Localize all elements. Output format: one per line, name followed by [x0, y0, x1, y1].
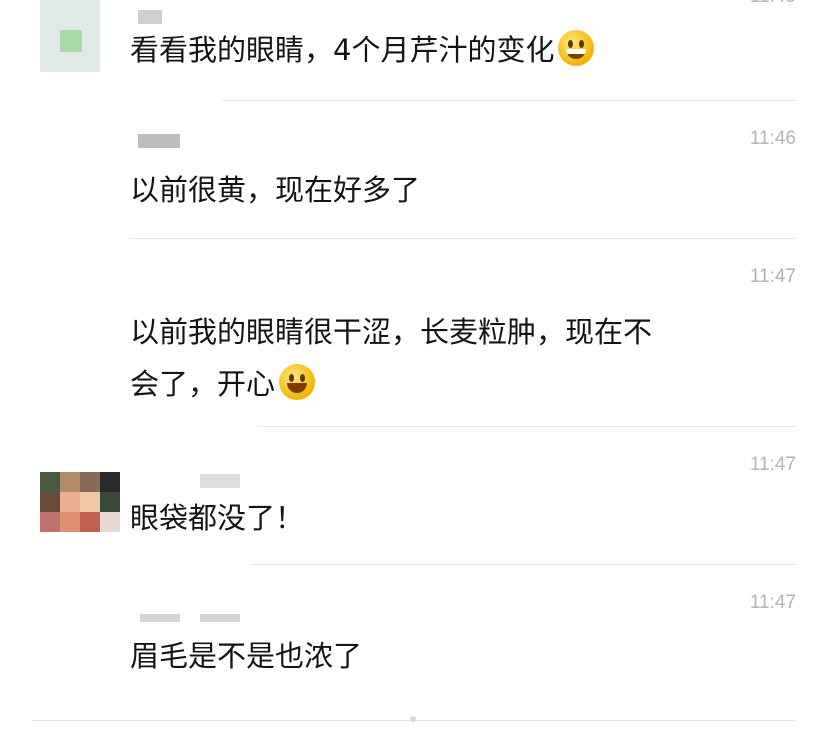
avatar-blur: [80, 492, 100, 512]
avatar-blur: [60, 30, 82, 52]
message-text-line: 会了，开心: [130, 358, 790, 410]
avatar[interactable]: [40, 0, 120, 72]
sender-name-blurred: [140, 614, 180, 622]
chat-message: 11:45 看看我的眼睛，4个月芹汁的变化: [0, 0, 828, 100]
message-timestamp: 11:46: [749, 128, 796, 149]
message-text: 以前我的眼睛很干涩，长麦粒肿，现在不 会了，开心: [130, 306, 790, 410]
message-text: 眼袋都没了！: [130, 501, 305, 535]
scroll-indicator-dot: [410, 716, 416, 722]
avatar-blur: [60, 512, 80, 532]
avatar-blur: [40, 472, 60, 492]
chat-message-list: 11:45 看看我的眼睛，4个月芹汁的变化 11:46 以前很黄，现在好多了 1…: [0, 0, 828, 736]
smiling-face-icon: [279, 364, 316, 400]
avatar-blur: [80, 512, 100, 532]
message-timestamp: 11:47: [749, 454, 796, 475]
sender-name-blurred: [138, 134, 180, 148]
sender-name-blurred: [138, 10, 162, 24]
chat-message: 11:46 以前很黄，现在好多了: [0, 100, 828, 238]
message-text: 眉毛是不是也浓了: [130, 639, 363, 673]
sender-name-blurred: [200, 474, 240, 488]
message-text-content: 会了，开心: [130, 367, 276, 401]
message-text: 看看我的眼睛，4个月芹汁的变化: [130, 26, 790, 74]
grinning-face-icon: [558, 30, 595, 66]
chat-message: 11:47 眉毛是不是也浓了: [0, 564, 828, 714]
avatar-blur: [80, 472, 100, 492]
message-text-line: 以前我的眼睛很干涩，长麦粒肿，现在不: [130, 315, 653, 349]
avatar-blur: [60, 492, 80, 512]
chat-message: 11:47 以前我的眼睛很干涩，长麦粒肿，现在不 会了，开心: [0, 238, 828, 426]
avatar-blur: [100, 472, 120, 492]
avatar-blur: [60, 472, 80, 492]
chat-message: 11:47 眼袋都没了！: [0, 426, 828, 564]
message-timestamp: 11:47: [749, 592, 796, 613]
sender-name-blurred: [200, 614, 240, 622]
message-timestamp: 11:45: [750, 0, 796, 8]
avatar-blur: [100, 512, 120, 532]
avatar-blur: [40, 512, 60, 532]
message-text: 以前很黄，现在好多了: [130, 173, 421, 207]
avatar-blur: [100, 492, 120, 512]
message-timestamp: 11:47: [749, 266, 796, 287]
message-text-content: 看看我的眼睛，4个月芹汁的变化: [130, 33, 555, 67]
avatar-blur: [40, 492, 60, 512]
avatar[interactable]: [40, 472, 120, 532]
